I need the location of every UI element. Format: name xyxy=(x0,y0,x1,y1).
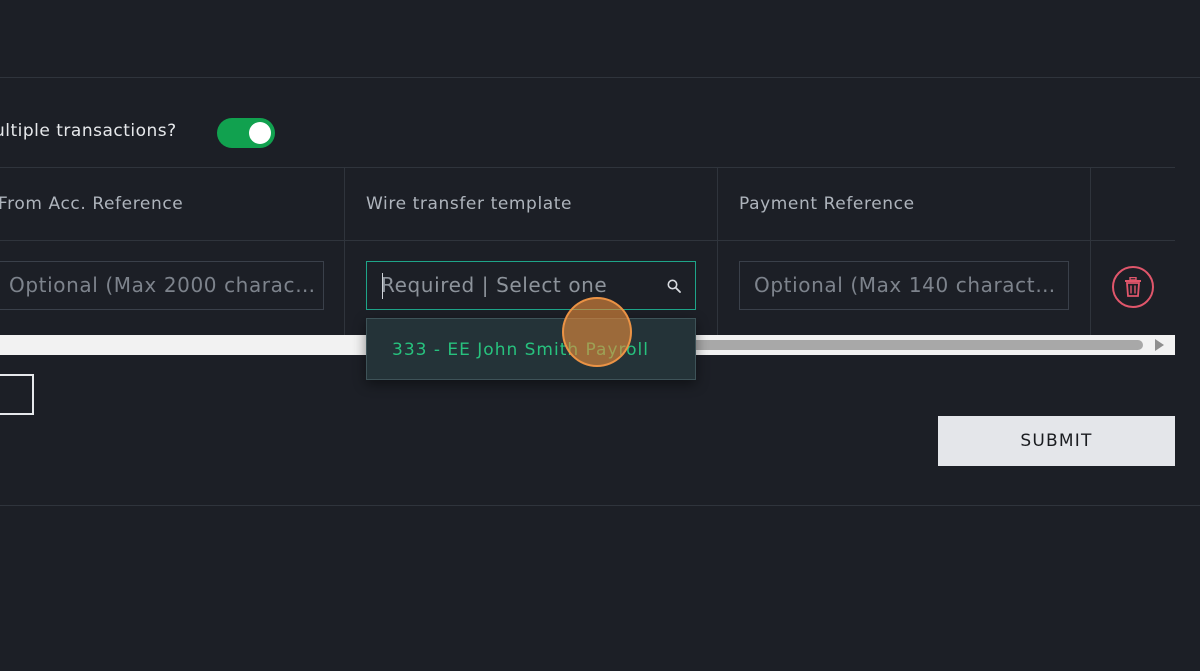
table-header: From Acc. Reference Wire transfer templa… xyxy=(0,168,1175,241)
from-acc-reference-placeholder: Optional (Max 2000 charac… xyxy=(9,273,316,297)
payment-reference-placeholder: Optional (Max 140 charact… xyxy=(754,273,1056,297)
multiple-transactions-label: ultiple transactions? xyxy=(0,121,177,141)
column-divider xyxy=(717,168,718,336)
click-indicator xyxy=(562,297,632,367)
top-bar xyxy=(0,0,1200,78)
add-row-box[interactable] xyxy=(0,374,34,415)
header-payment-reference: Payment Reference xyxy=(739,194,915,214)
header-wire-transfer-template: Wire transfer template xyxy=(366,194,573,214)
wire-transfer-template-placeholder: Required | Select one xyxy=(381,273,608,297)
payment-form-page: ultiple transactions? From Acc. Referenc… xyxy=(0,0,1200,671)
text-caret xyxy=(382,273,383,299)
payment-reference-input[interactable]: Optional (Max 140 charact… xyxy=(739,261,1069,310)
multiple-transactions-toggle[interactable] xyxy=(217,118,275,148)
toggle-knob xyxy=(249,122,271,144)
scroll-right-arrow-icon[interactable] xyxy=(1155,339,1164,351)
search-icon xyxy=(667,279,681,293)
header-from-acc-reference: From Acc. Reference xyxy=(0,194,184,214)
column-divider xyxy=(1090,168,1091,336)
column-divider xyxy=(344,168,345,336)
delete-row-button[interactable] xyxy=(1112,266,1154,308)
submit-button[interactable]: SUBMIT xyxy=(938,416,1175,466)
template-dropdown: 333 - EE John Smith Payroll xyxy=(366,318,696,380)
bottom-divider xyxy=(0,505,1200,506)
scrollbar-thumb[interactable] xyxy=(680,340,1143,350)
wire-transfer-template-input[interactable]: Required | Select one xyxy=(366,261,696,310)
trash-icon xyxy=(1125,277,1141,297)
from-acc-reference-input[interactable]: Optional (Max 2000 charac… xyxy=(0,261,324,310)
